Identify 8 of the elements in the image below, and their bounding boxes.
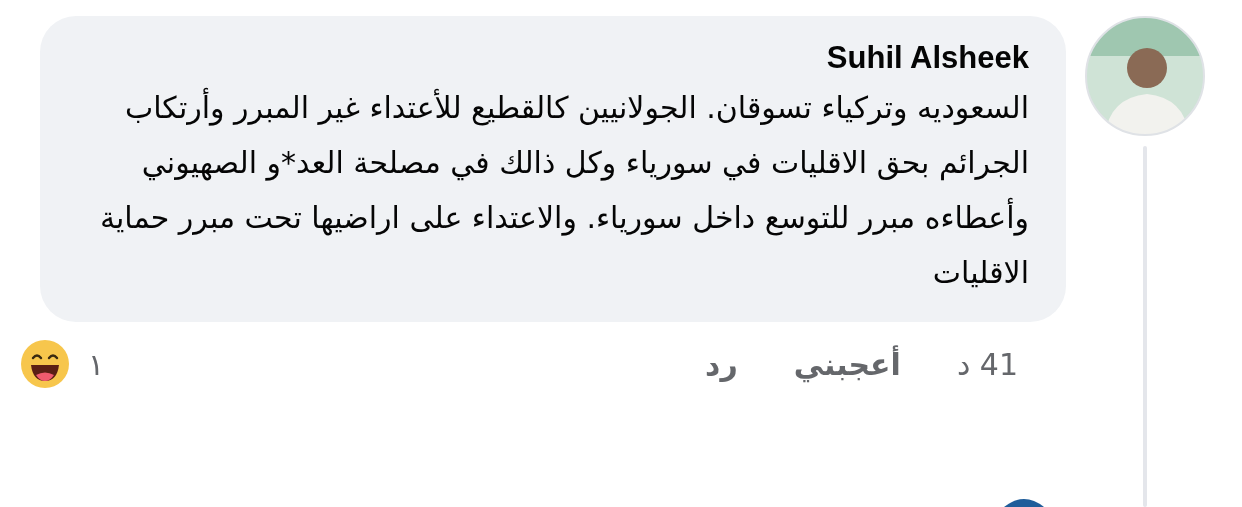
avatar[interactable] xyxy=(1004,499,1044,507)
author-name[interactable]: Suhil Alsheek xyxy=(826,40,1029,76)
comment-text: السعوديه وتركياء تسوقان. الجولانيين كالقطيع للأعتداء غير المبرر وأرتكاب الجرائم بحق الاقليات في سورياء وكل ذالك في مصلحة العد*و الصهيوني وأعطاءه مبرر للتوسع داخل سورياء. والاعتداء على اراضيها تحت مبرر حماية الاقليات xyxy=(70,80,1029,300)
action-link[interactable]: رد xyxy=(705,346,738,382)
laughing-face-icon[interactable] xyxy=(20,339,70,389)
timestamp[interactable]: 41 د xyxy=(956,346,1018,382)
action-link[interactable]: أعجبني xyxy=(793,346,901,382)
reaction-count: ١ xyxy=(88,346,105,382)
